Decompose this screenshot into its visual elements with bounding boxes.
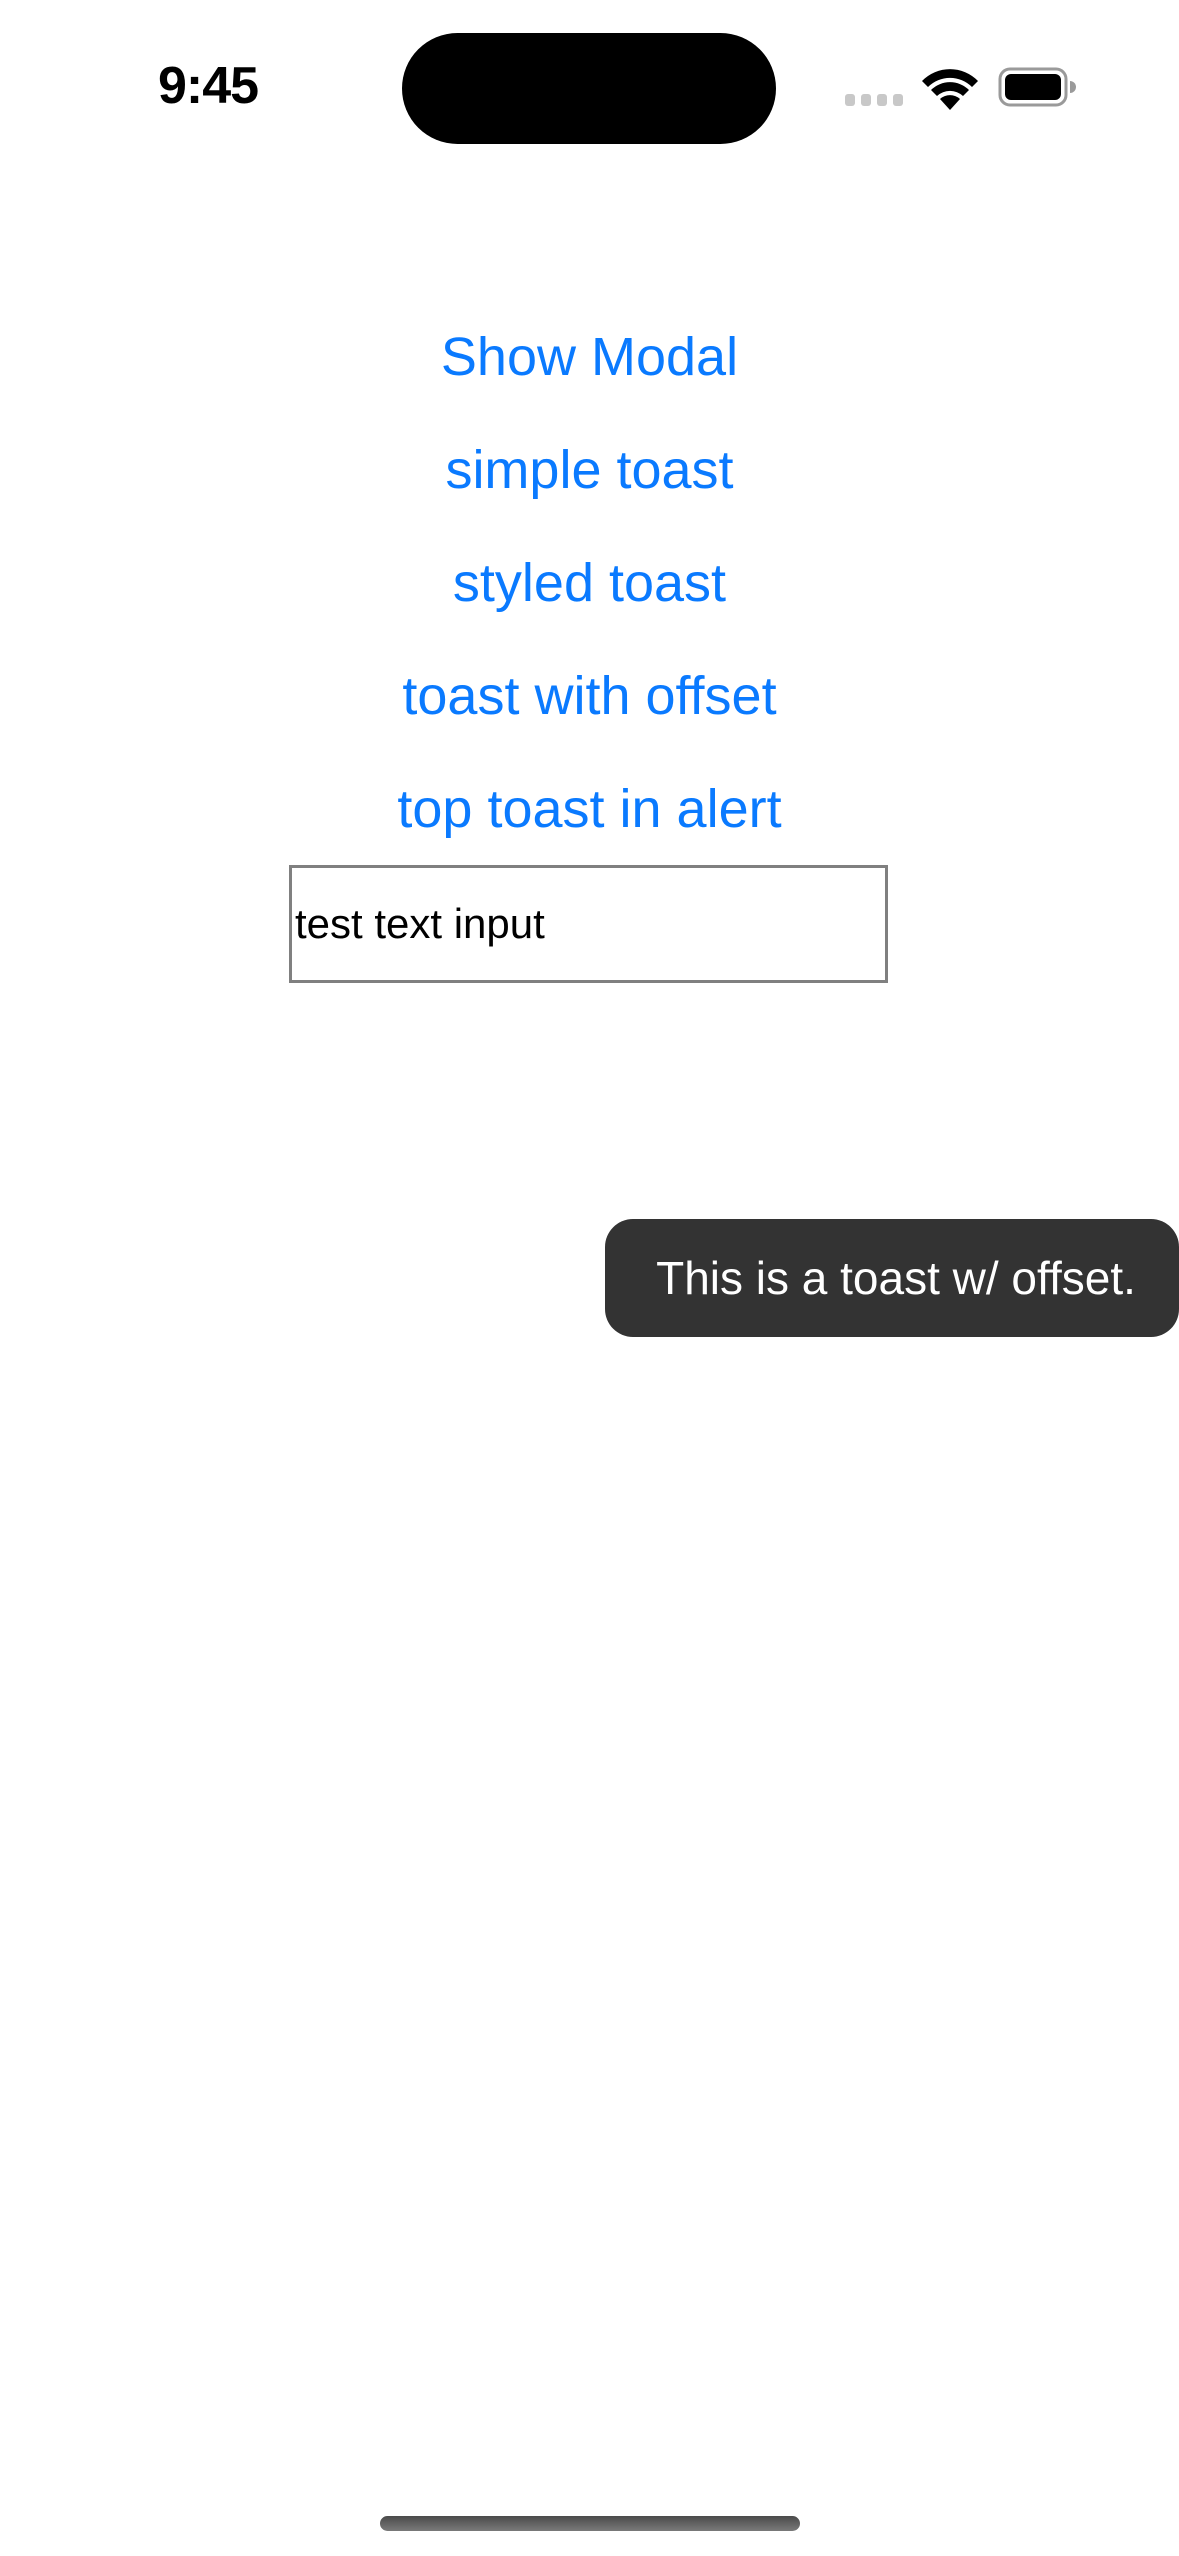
status-time: 9:45 [158,57,259,115]
toast-message: This is a toast w/ offset. [656,1252,1136,1304]
toast-with-offset-button[interactable]: toast with offset [0,664,1179,728]
top-toast-in-alert-button[interactable]: top toast in alert [0,777,1179,841]
home-indicator[interactable] [380,2516,800,2531]
styled-toast-button[interactable]: styled toast [0,551,1179,615]
show-modal-button[interactable]: Show Modal [0,325,1179,389]
wifi-icon [922,69,978,110]
toast: This is a toast w/ offset. [605,1219,1179,1337]
test-text-input[interactable] [289,865,888,983]
battery-icon [998,67,1076,107]
dynamic-island [402,33,776,144]
simple-toast-button[interactable]: simple toast [0,438,1179,502]
cellular-signal-icon [845,94,903,106]
